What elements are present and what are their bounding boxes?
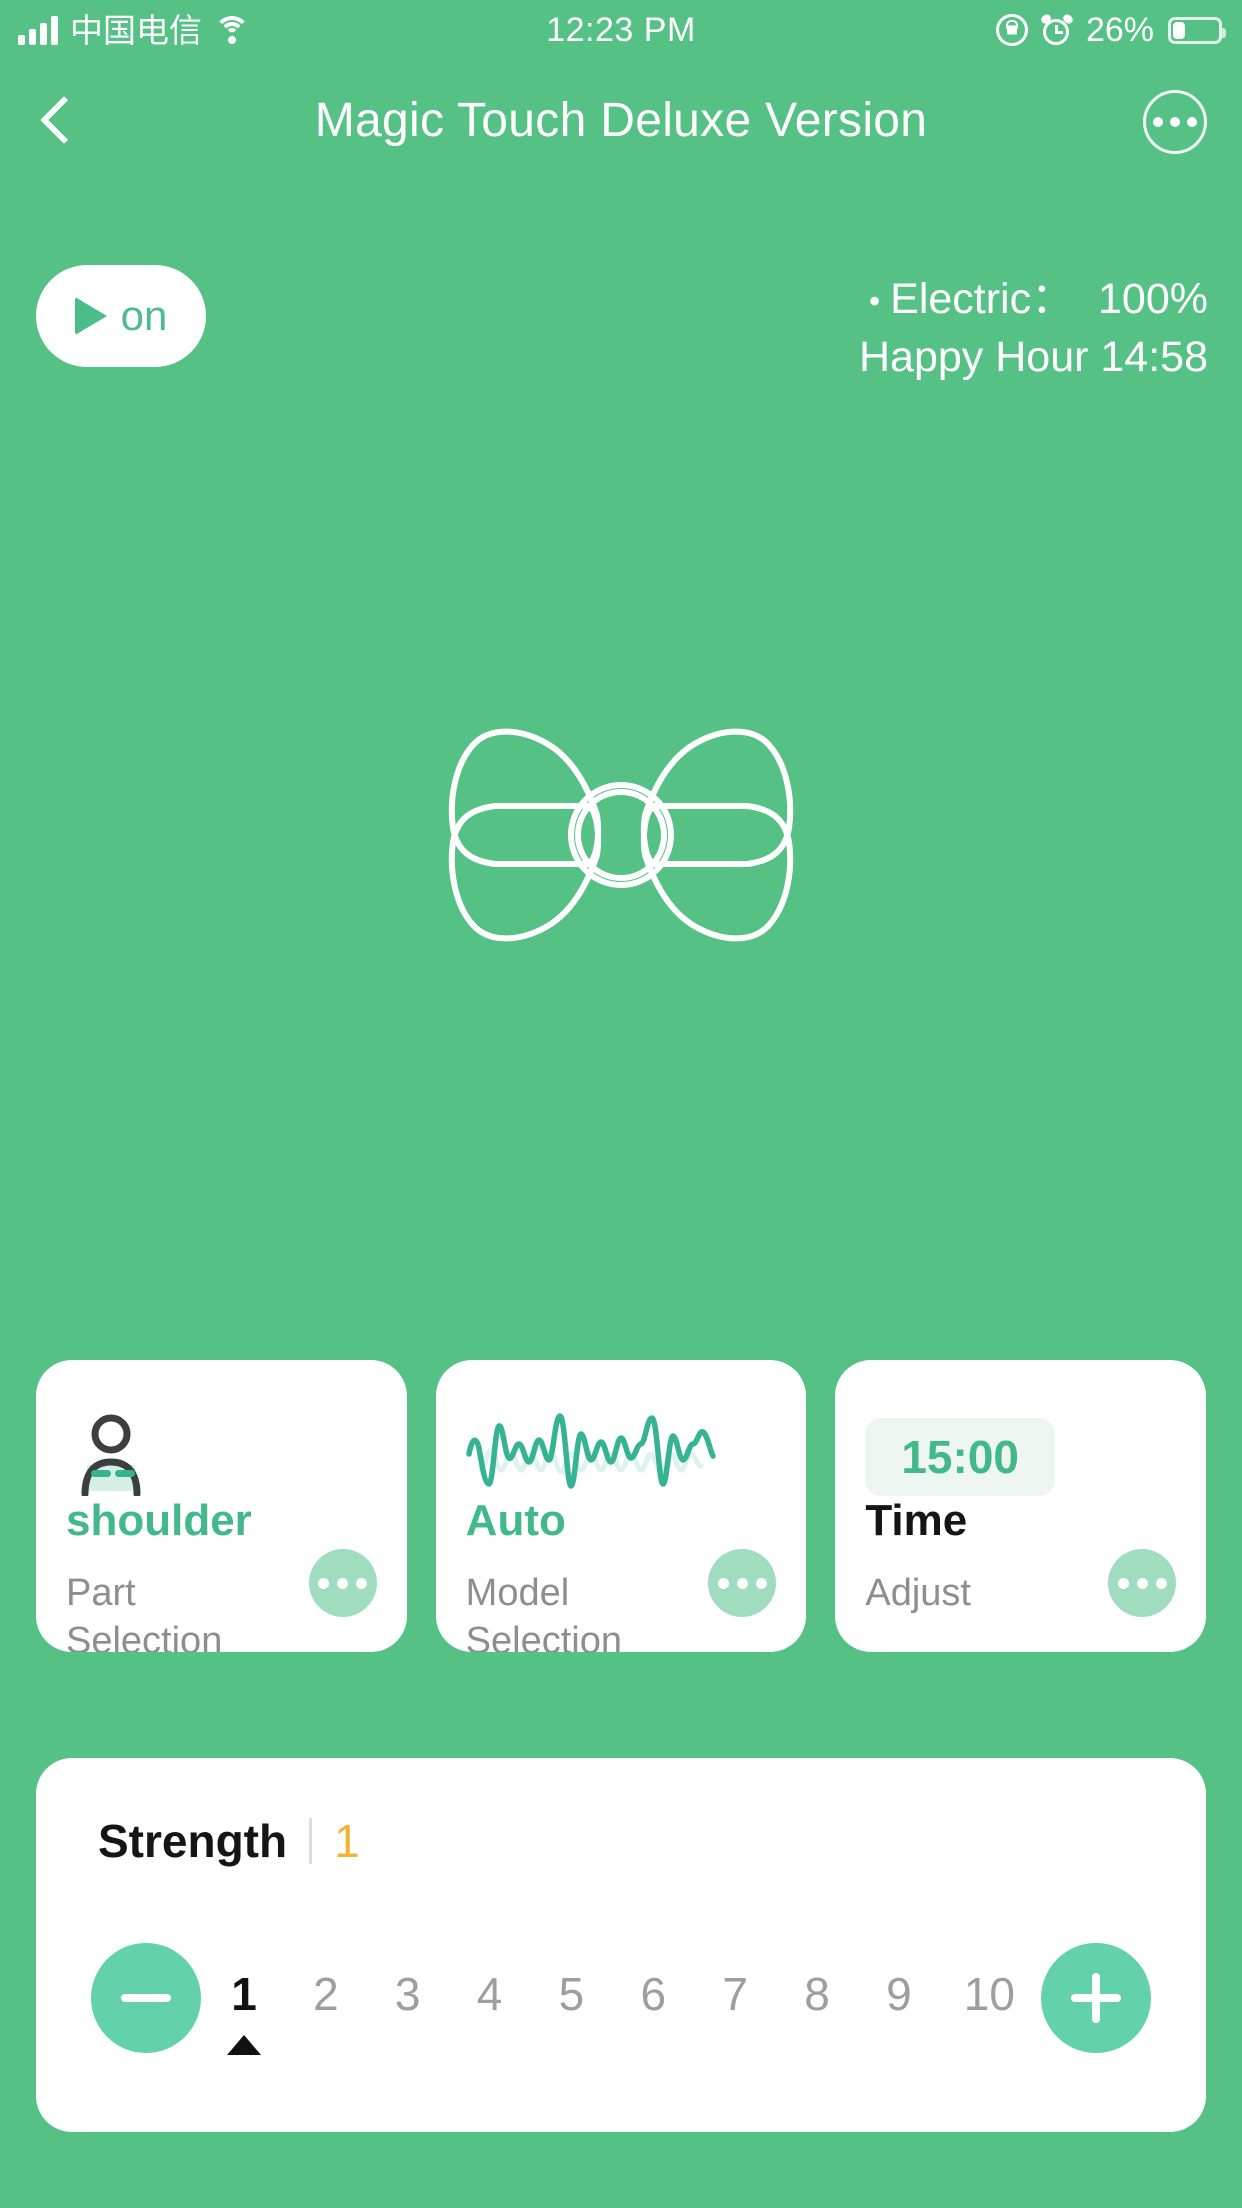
more-dot-icon xyxy=(1153,117,1163,127)
more-dot-icon xyxy=(1187,117,1197,127)
feature-cards: shoulder Part Selection Auto Model Selec… xyxy=(36,1360,1207,1652)
strength-increase-button[interactable] xyxy=(1041,1943,1151,2053)
battery-percent: 26% xyxy=(1085,10,1154,49)
card-more-dot-icon xyxy=(1117,1577,1129,1589)
card-more-dot-icon xyxy=(736,1577,748,1589)
strength-header: Strength 1 xyxy=(98,1814,360,1868)
electric-label: Electric： xyxy=(890,275,1075,323)
waveform-icon xyxy=(465,1413,716,1489)
strength-tick-label: 3 xyxy=(394,1968,421,2020)
strength-tick-3[interactable]: 3 xyxy=(391,1943,425,2055)
person-shoulder-icon xyxy=(81,1414,141,1496)
strength-tick-4[interactable]: 4 xyxy=(473,1943,507,2055)
electric-status-row: • Electric： 100% xyxy=(588,272,1208,328)
strength-tick-10[interactable]: 10 xyxy=(964,1943,1015,2055)
card-more-dot-icon xyxy=(356,1577,368,1589)
more-options-button[interactable] xyxy=(1143,90,1207,154)
strength-tick-label: 5 xyxy=(558,1968,585,2020)
card-more-dot-icon xyxy=(717,1577,729,1589)
rotation-lock-icon xyxy=(995,14,1028,46)
more-dot-icon xyxy=(1170,117,1180,127)
minus-icon xyxy=(121,1994,171,2002)
strength-panel: Strength 1 1 2 3 4 5 6 7 8 9 10 xyxy=(36,1758,1206,2132)
power-state-label: on xyxy=(120,292,168,339)
status-bar-clock: 12:23 PM xyxy=(546,10,696,49)
card-part-selection[interactable]: shoulder Part Selection xyxy=(36,1360,407,1652)
time-value-pill: 15:00 xyxy=(865,1418,1055,1496)
strength-title: Strength xyxy=(98,1815,288,1867)
strength-divider xyxy=(309,1818,313,1864)
strength-tick-label: 1 xyxy=(231,1968,257,2020)
strength-tick-label: 6 xyxy=(640,1968,667,2020)
card-caption-line2: Selection xyxy=(66,1619,223,1652)
card-more-button-time[interactable] xyxy=(1108,1549,1177,1617)
plus-icon-v xyxy=(1092,1973,1100,2023)
card-more-dot-icon xyxy=(318,1577,330,1589)
card-value-time: Time xyxy=(865,1496,968,1545)
card-time-adjust[interactable]: 15:00 Time Adjust xyxy=(835,1360,1207,1652)
strength-tick-7[interactable]: 7 xyxy=(718,1943,752,2055)
strength-tick-1[interactable]: 1 xyxy=(227,1943,261,2055)
card-value-model: Auto xyxy=(465,1496,566,1545)
strength-tick-label: 8 xyxy=(804,1968,830,2020)
strength-tick-label: 7 xyxy=(722,1968,748,2020)
card-more-dot-icon xyxy=(337,1577,349,1589)
card-more-button-part[interactable] xyxy=(308,1549,377,1617)
card-caption-line2: Selection xyxy=(465,1619,622,1652)
card-more-dot-icon xyxy=(755,1577,767,1589)
card-value-part: shoulder xyxy=(66,1496,252,1545)
card-model-selection[interactable]: Auto Model Selection xyxy=(435,1360,807,1652)
strength-tick-label: 4 xyxy=(476,1968,503,2020)
card-icon-area: 15:00 xyxy=(865,1408,1206,1496)
status-bullet-icon: • xyxy=(868,282,881,319)
strength-tick-label: 10 xyxy=(963,1968,1015,2020)
page-title: Magic Touch Deluxe Version xyxy=(314,93,928,147)
device-info: • Electric： 100% Happy Hour 14:58 xyxy=(588,272,1208,386)
card-icon-area xyxy=(66,1408,407,1496)
strength-tick-5[interactable]: 5 xyxy=(554,1943,588,2055)
four-petal-massager-icon xyxy=(448,728,794,942)
card-caption-line1: Adjust xyxy=(865,1572,971,1615)
strength-current-value: 1 xyxy=(334,1815,360,1867)
strength-tick-label: 9 xyxy=(886,1968,912,2020)
strength-tick-label: 2 xyxy=(313,1968,339,2020)
device-illustration xyxy=(0,575,1242,1095)
strength-decrease-button[interactable] xyxy=(91,1943,201,2053)
card-caption-line1: Model xyxy=(465,1572,570,1615)
card-icon-area xyxy=(465,1408,807,1496)
alarm-clock-icon xyxy=(1039,12,1075,45)
play-icon xyxy=(74,297,107,335)
nav-bar: Magic Touch Deluxe Version xyxy=(0,60,1242,180)
electric-value: 100% xyxy=(1098,275,1208,323)
card-more-button-model[interactable] xyxy=(708,1549,777,1617)
strength-tick-9[interactable]: 9 xyxy=(882,1943,916,2055)
strength-selection-caret-icon xyxy=(227,2035,261,2055)
power-toggle-button[interactable]: on xyxy=(36,265,206,367)
card-caption-line1: Part xyxy=(66,1572,136,1615)
card-more-dot-icon xyxy=(1136,1577,1148,1589)
card-more-dot-icon xyxy=(1155,1577,1167,1589)
status-bar: 中国电信 12:23 PM 26% xyxy=(0,0,1242,60)
strength-scale: 1 2 3 4 5 6 7 8 9 10 xyxy=(221,1943,1021,2093)
strength-tick-8[interactable]: 8 xyxy=(800,1943,834,2055)
strength-stepper: 1 2 3 4 5 6 7 8 9 10 xyxy=(36,1933,1206,2093)
battery-icon xyxy=(1168,16,1226,44)
strength-tick-6[interactable]: 6 xyxy=(636,1943,670,2055)
strength-tick-2[interactable]: 2 xyxy=(309,1943,343,2055)
happy-hour-label: Happy Hour 14:58 xyxy=(859,332,1208,381)
status-bar-right: 26% xyxy=(995,0,1226,60)
